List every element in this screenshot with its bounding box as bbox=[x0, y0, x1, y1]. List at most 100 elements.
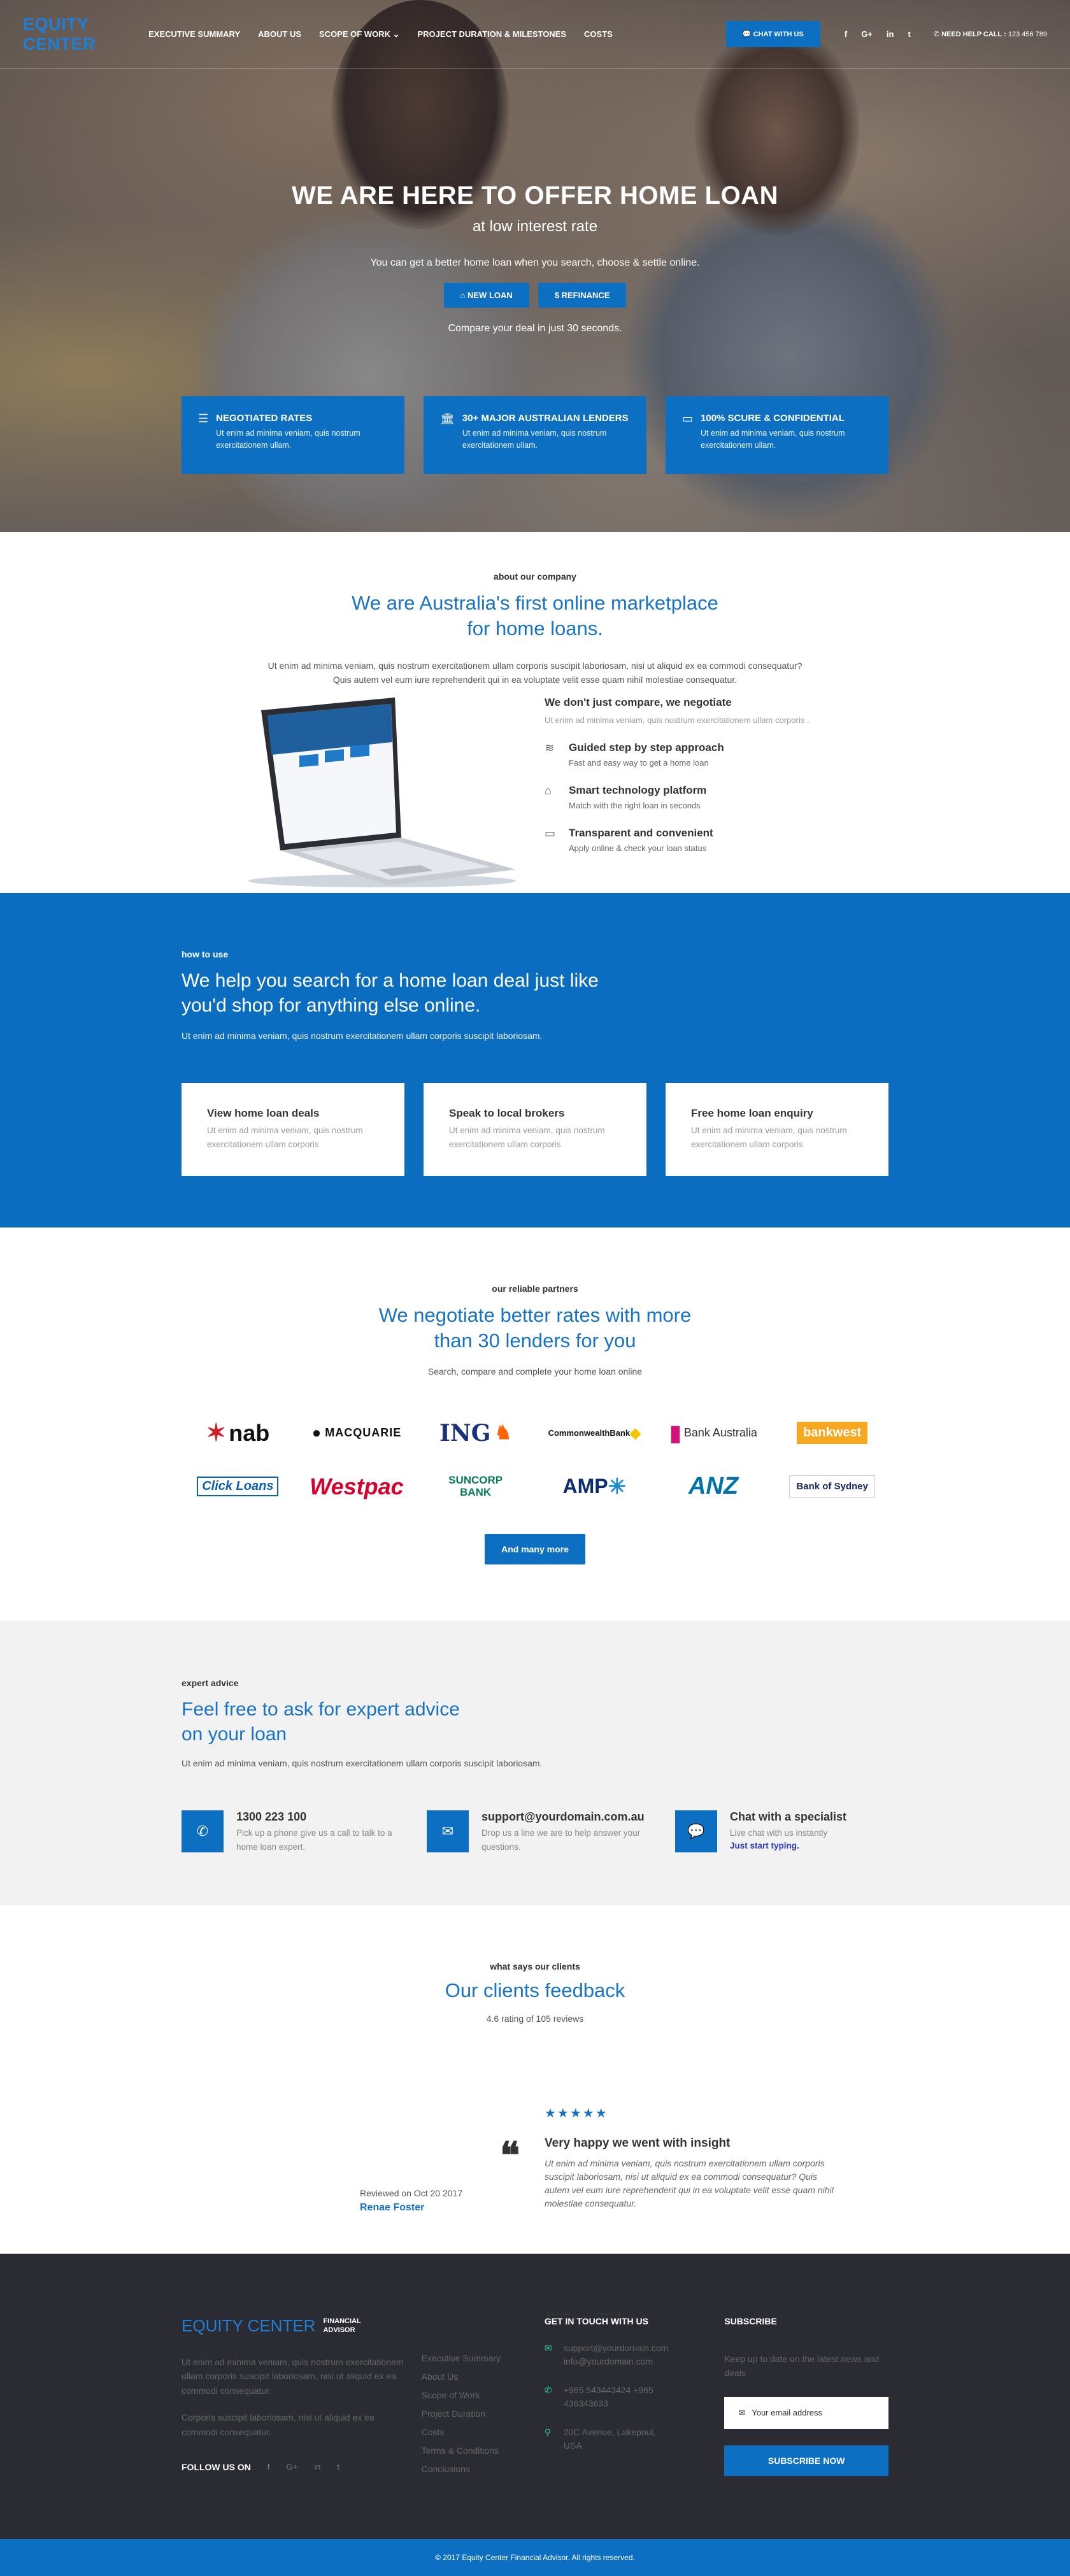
footer-text: Ut enim ad minima veniam, quis nostrum e… bbox=[182, 2357, 404, 2396]
about-intro: Ut enim ad minima veniam, quis nostrum e… bbox=[545, 715, 810, 725]
how-card-free-enquiry[interactable]: Free home loan enquiry Ut enim ad minima … bbox=[666, 1083, 888, 1176]
footer-link[interactable]: Terms & Conditions bbox=[422, 2445, 545, 2456]
laptop-image bbox=[248, 698, 516, 887]
feature-item: ≋ Guided step by step approach Fast and e… bbox=[545, 741, 724, 768]
footer-address: 20C Avenue, Lakepoul, USA bbox=[563, 2427, 656, 2451]
chevron-down-icon: ⌄ bbox=[392, 29, 400, 39]
envelope-icon: ✉ bbox=[738, 2407, 746, 2417]
feature-item: ▭ Transparent and convenient Apply online… bbox=[545, 827, 713, 853]
footer: EQUITY CENTER FINANCIAL ADVISOR Ut enim a… bbox=[0, 2254, 1070, 2539]
chat-icon: 💬 bbox=[742, 31, 752, 38]
start-typing-link[interactable]: Just start typing. bbox=[730, 1841, 799, 1850]
about-section: about our company We are Australia's fir… bbox=[0, 532, 1070, 893]
footer-link[interactable]: Executive Summary bbox=[422, 2353, 545, 2363]
hero-card-secure: ▭ 100% SCURE & CONFIDENTIAL Ut enim ad mi… bbox=[666, 396, 888, 474]
logo-nab: ✶ nab bbox=[206, 1419, 270, 1447]
hero-lead: You can get a better home loan when you … bbox=[370, 257, 700, 268]
howto-description: Ut enim ad minima veniam, quis nostrum e… bbox=[182, 1031, 543, 1041]
feedback-title: Our clients feedback bbox=[445, 1979, 625, 2001]
footer-link[interactable]: Costs bbox=[422, 2427, 545, 2437]
footer-link[interactable]: Project Duration bbox=[422, 2408, 545, 2419]
menu-item-costs[interactable]: COSTS bbox=[584, 29, 613, 39]
howto-title: We help you search for a home loan deal … bbox=[182, 970, 599, 1016]
logo-commonwealth-bank: CommonwealthBank ◆ bbox=[548, 1424, 641, 1441]
about-heading: We don't just compare, we negotiate bbox=[545, 696, 732, 708]
google-plus-icon[interactable]: G+ bbox=[287, 2462, 298, 2472]
menu-item-about-us[interactable]: ABOUT US bbox=[258, 29, 301, 39]
howto-kicker: how to use bbox=[182, 949, 229, 959]
google-plus-icon[interactable]: G+ bbox=[861, 29, 873, 39]
logo-click-loans: Click Loans bbox=[182, 1468, 294, 1506]
menu-item-project-duration[interactable]: PROJECT DURATION & MILESTONES bbox=[418, 29, 567, 39]
footer-logo[interactable]: EQUITY CENTER FINANCIAL ADVISOR bbox=[182, 2316, 422, 2336]
review-date: Reviewed on Oct 20 2017 bbox=[360, 2188, 463, 2198]
sliders-icon: ☰ bbox=[198, 412, 209, 425]
hero-card-rates: ☰ NEGOTIATED RATES Ut enim ad minima veni… bbox=[182, 396, 404, 474]
contact-phone: ✆ 1300 223 100 Pick up a phone give us a … bbox=[182, 1810, 395, 1854]
expert-description: Ut enim ad minima veniam, quis nostrum e… bbox=[182, 1758, 543, 1768]
social-links: f G+ in t bbox=[845, 29, 911, 39]
phone-icon: ✆ bbox=[933, 31, 942, 38]
hero-section: EQUITY CENTER EXECUTIVE SUMMARY ABOUT US… bbox=[0, 0, 1070, 532]
linkedin-icon[interactable]: in bbox=[314, 2462, 320, 2472]
subscribe-heading: SUBSCRIBE bbox=[724, 2316, 777, 2326]
footer-emails[interactable]: support@yourdomain.com info@yourdomain.c… bbox=[564, 2342, 685, 2368]
location-pin-icon: ⚲ bbox=[544, 2427, 552, 2437]
menu-item-executive-summary[interactable]: EXECUTIVE SUMMARY bbox=[148, 29, 240, 39]
logo-westpac: Westpac bbox=[310, 1473, 404, 1499]
footer-link[interactable]: Scope of Work bbox=[422, 2390, 545, 2400]
home-icon: ⌂ bbox=[545, 784, 552, 797]
hero-compare-text: Compare your deal in just 30 seconds. bbox=[448, 323, 622, 334]
id-card-icon: ▭ bbox=[682, 412, 694, 425]
chat-icon: 💬 bbox=[675, 1810, 717, 1852]
expert-title: Feel free to ask for expert advice on you… bbox=[182, 1699, 460, 1745]
phone-icon: ✆ bbox=[544, 2385, 552, 2395]
review-title: Very happy we went with insight bbox=[545, 2136, 731, 2150]
logo-macquarie: ● MACQUARIE bbox=[311, 1424, 402, 1442]
about-kicker: about our company bbox=[494, 571, 576, 582]
logo-suncorp: SUNCORP BANK bbox=[448, 1474, 503, 1498]
logo-bankwest: bankwest bbox=[776, 1414, 888, 1452]
new-loan-button[interactable]: ⌂ NEW LOAN bbox=[443, 283, 529, 308]
how-card-view-deals[interactable]: View home loan deals Ut enim ad minima ve… bbox=[182, 1083, 404, 1176]
chat-with-us-button[interactable]: 💬 CHAT WITH US bbox=[725, 21, 820, 47]
how-card-speak-brokers[interactable]: Speak to local brokers Ut enim ad minima … bbox=[424, 1083, 646, 1176]
partners-section: our reliable partners We negotiate bette… bbox=[0, 1227, 1070, 1621]
subscribe-button[interactable]: SUBSCRIBE NOW bbox=[724, 2445, 888, 2476]
copyright-bar: © 2017 Equity Center Financial Advisor. … bbox=[0, 2539, 1070, 2576]
hero-title: WE ARE HERE TO OFFER HOME LOAN bbox=[292, 182, 778, 210]
twitter-icon[interactable]: t bbox=[908, 29, 910, 39]
lender-logos: ✶ nab ● MACQUARIE ING ♞ CommonwealthBank ◆ ▮… bbox=[182, 1414, 888, 1506]
expert-advice-section: expert advice Feel free to ask for exper… bbox=[0, 1621, 1070, 1905]
feedback-rating: 4.6 rating of 105 reviews bbox=[486, 2014, 584, 2024]
logo-bank-australia: ▮ Bank Australia bbox=[669, 1420, 757, 1445]
email-field[interactable]: ✉ Your email address bbox=[724, 2396, 888, 2429]
home-icon: ⌂ bbox=[460, 290, 466, 300]
and-many-more-button[interactable]: And many more bbox=[485, 1533, 585, 1564]
footer-link[interactable]: About Us bbox=[422, 2372, 545, 2382]
bank-icon: 🏛 bbox=[440, 412, 455, 425]
twitter-icon[interactable]: t bbox=[337, 2462, 339, 2472]
logo-bank-of-sydney: Bank of Sydney bbox=[776, 1468, 888, 1506]
facebook-icon[interactable]: f bbox=[845, 29, 847, 39]
menu-item-scope-of-work[interactable]: SCOPE OF WORK ⌄ bbox=[319, 29, 399, 39]
steps-icon: ≋ bbox=[545, 741, 555, 754]
footer-phones: +965 543443424 +965 436343633 bbox=[563, 2385, 653, 2408]
how-to-use-section: how to use We help you search for a home… bbox=[0, 893, 1070, 1227]
feature-item: ⌂ Smart technology platform Match with th… bbox=[545, 784, 707, 810]
envelope-icon: ✉ bbox=[544, 2343, 552, 2353]
refinance-button[interactable]: $ REFINANCE bbox=[538, 283, 627, 308]
partners-description: Search, compare and complete your home l… bbox=[427, 1366, 643, 1377]
contact-email: ✉ support@yourdomain.com.au Drop us a lin… bbox=[427, 1810, 645, 1854]
about-title: We are Australia's first online marketpl… bbox=[352, 592, 718, 640]
about-description: Ut enim ad minima veniam, quis nostrum e… bbox=[268, 660, 802, 685]
logo[interactable]: EQUITY CENTER bbox=[23, 15, 113, 54]
quote-icon: ❝ bbox=[500, 2134, 520, 2177]
footer-link[interactable]: Conclusions bbox=[422, 2464, 545, 2474]
linkedin-icon[interactable]: in bbox=[887, 29, 894, 39]
feedback-section: what says our clients Our clients feedba… bbox=[0, 1905, 1070, 2324]
partners-kicker: our reliable partners bbox=[492, 1284, 578, 1294]
hero-subtitle: at low interest rate bbox=[472, 218, 598, 235]
facebook-icon[interactable]: f bbox=[268, 2462, 270, 2472]
hero-card-lenders: 🏛 30+ MAJOR AUSTRALIAN LENDERS Ut enim ad… bbox=[424, 396, 646, 474]
